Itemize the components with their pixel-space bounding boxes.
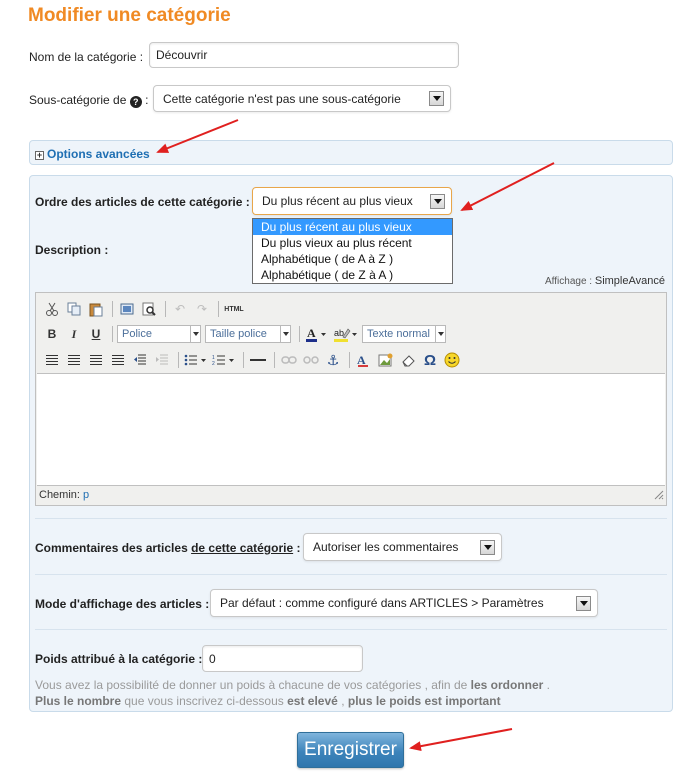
rich-text-editor: ↶ ↷ HTML B I U Police Taille police A ab…	[35, 292, 667, 506]
subcategory-select[interactable]: Cette catégorie n'est pas une sous-catég…	[153, 85, 451, 112]
category-name-input[interactable]	[149, 42, 459, 68]
indent-icon[interactable]	[152, 350, 172, 370]
comments-select[interactable]: Autoriser les commentaires	[303, 533, 502, 561]
redo-icon[interactable]: ↷	[192, 299, 212, 319]
resize-handle-icon[interactable]	[654, 489, 664, 503]
order-select[interactable]: Du plus récent au plus vieux	[252, 187, 452, 215]
anchor-icon[interactable]: ⚓	[323, 350, 343, 370]
display-mode-simple[interactable]: Simple	[595, 275, 629, 287]
editor-status-bar: Chemin: p	[39, 489, 90, 501]
special-char-icon[interactable]: Ω	[420, 350, 440, 370]
preview-icon[interactable]	[139, 299, 159, 319]
font-family-select[interactable]: Police	[117, 325, 201, 343]
eraser-icon[interactable]	[398, 350, 418, 370]
numbered-list-icon[interactable]: 12	[211, 350, 237, 370]
svg-text:ab: ab	[334, 328, 344, 338]
description-label: Description :	[35, 243, 109, 257]
toolbar-row-1: ↶ ↷ HTML	[42, 298, 247, 320]
weight-label: Poids attribué à la catégorie :	[35, 652, 203, 666]
order-dropdown-list: Du plus récent au plus vieux Du plus vie…	[252, 218, 453, 284]
plus-box-icon[interactable]: +	[35, 151, 44, 160]
outdent-icon[interactable]	[130, 350, 150, 370]
weight-hint: Vous avez la possibilité de donner un po…	[35, 678, 551, 708]
order-option[interactable]: Alphabétique ( de A à Z )	[253, 251, 452, 267]
subcategory-label: Sous-catégorie de ? :	[29, 93, 149, 108]
question-mark-icon[interactable]: ?	[129, 96, 142, 108]
chevron-down-icon	[190, 326, 200, 342]
chevron-down-icon	[429, 91, 444, 106]
cut-icon[interactable]	[42, 299, 62, 319]
select-all-icon[interactable]	[117, 299, 137, 319]
advanced-options-toggle[interactable]: Options avancées	[47, 147, 150, 161]
toolbar-row-3: 12 ⚓ A Ω	[42, 349, 464, 371]
format-select[interactable]: Texte normal	[362, 325, 446, 343]
advanced-options-header: + Options avancées	[29, 140, 673, 165]
toolbar-row-2: B I U Police Taille police A ab Texte no…	[42, 323, 450, 345]
order-option[interactable]: Alphabétique ( de Z à A )	[253, 267, 452, 283]
text-color-icon[interactable]: A	[304, 324, 330, 344]
comments-category-link[interactable]: de cette catégorie	[191, 541, 293, 555]
chevron-down-icon	[480, 539, 495, 555]
smiley-icon[interactable]	[442, 350, 462, 370]
weight-input[interactable]	[202, 645, 363, 672]
align-justify-icon[interactable]	[108, 350, 128, 370]
horizontal-rule-icon[interactable]	[248, 350, 268, 370]
display-mode-switch: Affichage : SimpleAvancé	[545, 275, 665, 287]
order-option[interactable]: Du plus récent au plus vieux	[253, 219, 452, 235]
editor-path-link[interactable]: p	[83, 489, 89, 501]
html-source-icon[interactable]: HTML	[223, 299, 245, 319]
chevron-down-icon	[430, 193, 445, 209]
align-left-icon[interactable]	[42, 350, 62, 370]
bold-icon[interactable]: B	[42, 324, 62, 344]
order-label: Ordre des articles de cette catégorie :	[35, 195, 250, 209]
undo-icon[interactable]: ↶	[170, 299, 190, 319]
arrow-to-save-button	[409, 728, 513, 752]
svg-text:A: A	[307, 326, 316, 340]
save-button[interactable]: Enregistrer	[297, 732, 404, 768]
paste-icon[interactable]	[86, 299, 106, 319]
svg-text:2: 2	[212, 361, 215, 366]
page-title: Modifier une catégorie	[28, 5, 231, 26]
display-mode-select[interactable]: Par défaut : comme configuré dans ARTICL…	[210, 589, 598, 617]
font-size-select[interactable]: Taille police	[205, 325, 291, 343]
display-mode-label: Mode d'affichage des articles :	[35, 597, 210, 611]
italic-icon[interactable]: I	[64, 324, 84, 344]
chevron-down-icon	[576, 595, 591, 611]
align-center-icon[interactable]	[64, 350, 84, 370]
editor-content-area[interactable]	[37, 373, 665, 486]
chevron-down-icon	[280, 326, 290, 342]
highlight-color-icon[interactable]: ab	[332, 324, 360, 344]
link-icon[interactable]	[279, 350, 299, 370]
category-name-label: Nom de la catégorie :	[29, 50, 144, 64]
unlink-icon[interactable]	[301, 350, 321, 370]
chevron-down-icon	[435, 326, 445, 342]
order-option[interactable]: Du plus vieux au plus récent	[253, 235, 452, 251]
display-mode-advanced[interactable]: Avancé	[628, 275, 665, 287]
align-right-icon[interactable]	[86, 350, 106, 370]
image-icon[interactable]	[376, 350, 396, 370]
bullet-list-icon[interactable]	[183, 350, 209, 370]
underline-icon[interactable]: U	[86, 324, 106, 344]
copy-icon[interactable]	[64, 299, 84, 319]
clean-formatting-icon[interactable]: A	[354, 350, 374, 370]
svg-text:A: A	[357, 353, 366, 367]
comments-label: Commentaires des articles de cette catég…	[35, 541, 301, 555]
